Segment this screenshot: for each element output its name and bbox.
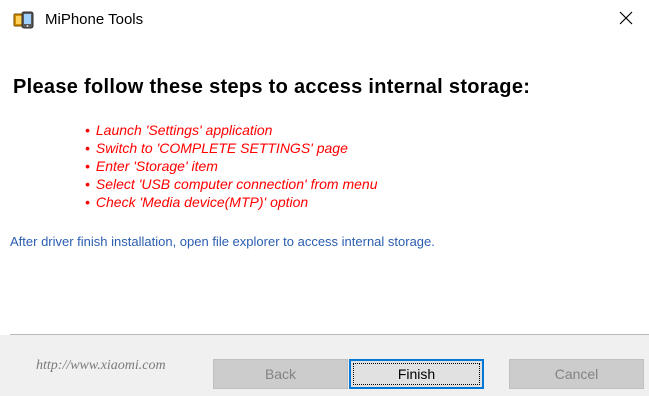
step-text: Select 'USB computer connection' from me… xyxy=(95,176,378,192)
bullet-icon: • xyxy=(85,140,90,156)
step-text: Switch to 'COMPLETE SETTINGS' page xyxy=(95,140,348,156)
cancel-button-label: Cancel xyxy=(554,366,599,382)
cancel-button[interactable]: Cancel xyxy=(509,359,644,389)
instructions-heading: Please follow these steps to access inte… xyxy=(13,76,531,98)
content-panel: Please follow these steps to access inte… xyxy=(10,40,649,335)
bullet-icon: • xyxy=(85,176,90,192)
bullet-icon: • xyxy=(85,194,90,210)
close-button[interactable] xyxy=(603,0,649,40)
step-item: • Switch to 'COMPLETE SETTINGS' page xyxy=(85,139,377,157)
step-item: • Select 'USB computer connection' from … xyxy=(85,175,377,193)
xiaomi-url-label: http://www.xiaomi.com xyxy=(36,358,166,373)
focus-ring xyxy=(353,363,480,385)
bullet-icon: • xyxy=(85,158,90,174)
step-item: • Check 'Media device(MTP)' option xyxy=(85,193,377,211)
step-item: • Enter 'Storage' item xyxy=(85,157,377,175)
miphone-app-icon xyxy=(13,11,35,29)
footer-bar: http://www.xiaomi.com Back Finish Cancel xyxy=(0,335,649,396)
miphone-tools-dialog: MiPhone Tools Please follow these steps … xyxy=(0,0,649,396)
bullet-icon: • xyxy=(85,122,90,138)
info-text: After driver finish installation, open f… xyxy=(10,234,435,249)
step-text: Check 'Media device(MTP)' option xyxy=(95,194,309,210)
window-title: MiPhone Tools xyxy=(45,11,144,28)
back-button[interactable]: Back xyxy=(213,359,348,389)
title-bar[interactable]: MiPhone Tools xyxy=(0,0,649,40)
step-item: • Launch 'Settings' application xyxy=(85,121,377,139)
step-text: Launch 'Settings' application xyxy=(95,122,273,138)
close-icon xyxy=(619,11,633,30)
steps-list: • Launch 'Settings' application • Switch… xyxy=(85,121,377,211)
step-text: Enter 'Storage' item xyxy=(95,158,218,174)
finish-button[interactable]: Finish xyxy=(349,359,484,389)
back-button-label: Back xyxy=(264,366,297,382)
